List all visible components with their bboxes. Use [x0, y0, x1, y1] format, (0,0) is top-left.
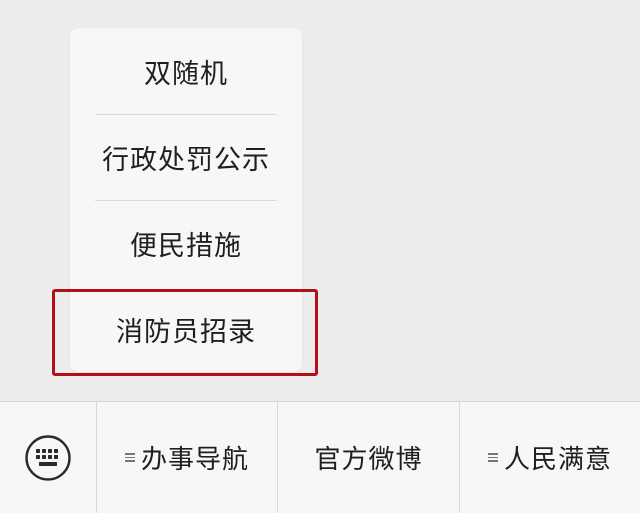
keyboard-toggle-button[interactable] — [0, 402, 96, 513]
submenu-indicator-icon — [124, 451, 135, 464]
submenu-item-administrative-penalty[interactable]: 行政处罚公示 — [70, 114, 302, 200]
keyboard-icon — [25, 434, 71, 481]
submenu-item-label: 行政处罚公示 — [102, 144, 270, 176]
menu-button-official-weibo[interactable]: 官方微博 — [278, 402, 459, 513]
submenu-item-firefighter-recruitment[interactable]: 消防员招录 — [70, 286, 302, 372]
menu-button-label: 办事导航 — [140, 445, 249, 475]
bottom-menu-bar: 办事导航 官方微博 人民满意 — [0, 401, 640, 513]
submenu-popup: 双随机 行政处罚公示 便民措施 消防员招录 — [70, 28, 302, 372]
submenu-item-convenience-measures[interactable]: 便民措施 — [70, 200, 302, 286]
menu-button-people-satisfaction[interactable]: 人民满意 — [460, 402, 640, 513]
submenu-item-label: 双随机 — [144, 58, 228, 90]
menu-button-label: 官方微博 — [314, 445, 423, 475]
submenu-item-label: 便民措施 — [130, 230, 242, 262]
submenu-item-label: 消防员招录 — [116, 316, 256, 348]
menu-button-service-navigation[interactable]: 办事导航 — [97, 402, 277, 513]
menu-button-label: 人民满意 — [503, 445, 612, 475]
submenu-indicator-icon — [487, 451, 498, 464]
submenu-item-shuangsuiji[interactable]: 双随机 — [70, 28, 302, 114]
